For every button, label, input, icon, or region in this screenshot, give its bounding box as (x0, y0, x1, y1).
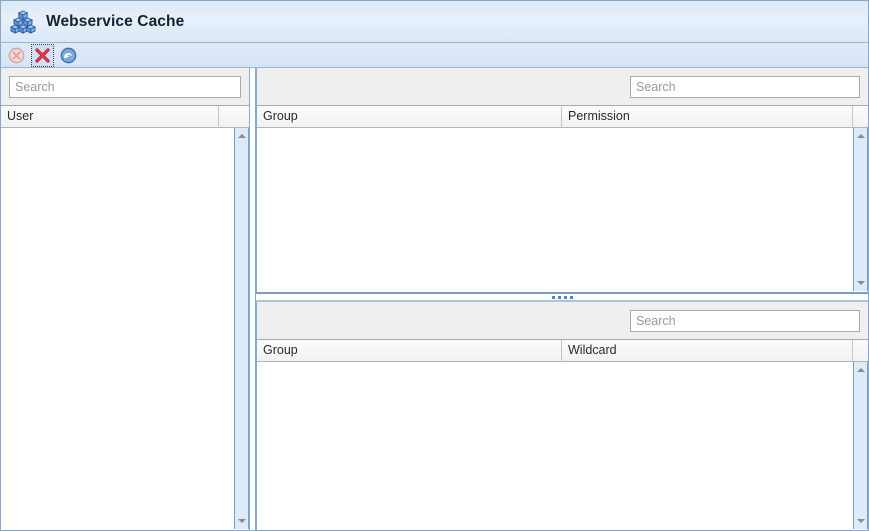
scroll-up-arrow-icon[interactable] (854, 363, 867, 377)
permissions-search-input[interactable] (630, 75, 860, 98)
splitter-grip-dot (563, 295, 567, 299)
permissions-column-group[interactable]: Group (257, 105, 562, 128)
users-search-bar (1, 68, 249, 106)
splitter-grip-dot (551, 295, 555, 299)
permissions-grid-body[interactable] (257, 128, 868, 291)
wildcards-pane: Group Wildcard (256, 302, 868, 530)
scroll-down-arrow-icon[interactable] (235, 514, 248, 528)
horizontal-splitter[interactable] (256, 292, 868, 302)
clear-cache-button[interactable] (31, 43, 54, 67)
page-title: Webservice Cache (46, 12, 185, 30)
content-area: User Group Permission (1, 68, 868, 530)
refresh-button[interactable] (58, 45, 79, 66)
permissions-vertical-scrollbar[interactable] (853, 128, 868, 291)
vertical-splitter[interactable] (249, 68, 256, 530)
wildcards-vertical-scrollbar[interactable] (853, 362, 868, 529)
permissions-search-bar (257, 68, 868, 106)
delete-disabled-button[interactable] (6, 45, 27, 66)
red-x-circle-disabled-icon (8, 47, 25, 63)
users-column-user[interactable]: User (1, 105, 219, 128)
toolbar (1, 43, 868, 68)
users-grid-body[interactable] (1, 128, 249, 529)
right-pane: Group Permission (256, 68, 868, 530)
scroll-down-arrow-icon[interactable] (854, 276, 867, 290)
title-bar: Webservice Cache (1, 1, 868, 43)
scroll-down-arrow-icon[interactable] (854, 514, 867, 528)
wildcards-search-bar (257, 302, 868, 340)
users-header-row: User (1, 105, 249, 128)
users-column-spacer (219, 106, 233, 128)
wildcards-grid-body[interactable] (257, 362, 868, 529)
wildcards-search-input[interactable] (630, 309, 860, 332)
permissions-pane: Group Permission (256, 68, 868, 292)
wildcards-column-group[interactable]: Group (257, 339, 562, 362)
splitter-grip-dot (569, 295, 573, 299)
scroll-up-arrow-icon[interactable] (235, 129, 248, 143)
users-pane: User (1, 68, 249, 530)
permissions-column-spacer (853, 106, 867, 128)
webservice-cache-window: Webservice Cache Search User Search Grou… (0, 0, 869, 531)
cube-stack-icon (9, 8, 38, 36)
blue-refresh-icon (60, 47, 77, 63)
users-search-input[interactable] (9, 75, 241, 98)
splitter-grip-dot (557, 295, 561, 299)
users-vertical-scrollbar[interactable] (234, 128, 249, 529)
wildcards-header-row: Group Wildcard (257, 339, 868, 362)
permissions-column-permission[interactable]: Permission (562, 105, 853, 128)
wildcards-column-wildcard[interactable]: Wildcard (562, 339, 853, 362)
red-x-icon (35, 47, 50, 63)
wildcards-column-spacer (853, 340, 867, 362)
scroll-up-arrow-icon[interactable] (854, 129, 867, 143)
permissions-header-row: Group Permission (257, 105, 868, 128)
